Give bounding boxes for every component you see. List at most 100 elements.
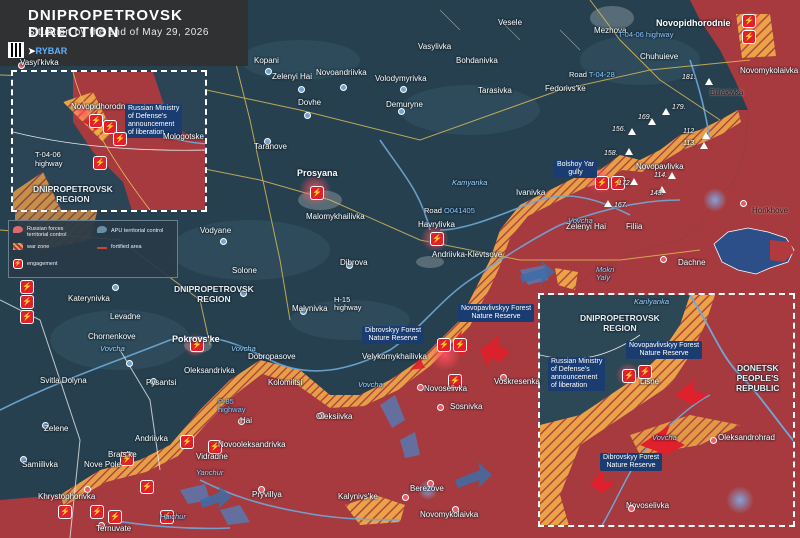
road-o041405-label: O041405 bbox=[444, 206, 475, 215]
height-169: 169. bbox=[638, 114, 652, 121]
inset2-karilyanka-river: Karilyanka bbox=[634, 297, 670, 306]
label-novoselivka: Novoselivka bbox=[424, 384, 468, 393]
label-sosnivka: Sosnivka bbox=[450, 402, 483, 411]
inset2-vovcha-river: Vovcha bbox=[652, 433, 677, 442]
legend-fortified: fortified area bbox=[111, 244, 142, 250]
label-kalynivske: Kalynivs'ke bbox=[338, 492, 378, 501]
settlement-marker bbox=[340, 84, 347, 91]
qr-code-icon[interactable] bbox=[8, 42, 24, 58]
legend-apu: APU territorial control bbox=[111, 228, 164, 234]
height-181: 181. bbox=[682, 74, 696, 81]
label-dovhe: Dovhe bbox=[298, 98, 322, 107]
height-113: 113. bbox=[683, 140, 697, 147]
region-dnipropetrovsk-main: DNIPROPETROVSK REGION bbox=[174, 284, 254, 304]
label-demuryne: Demuryne bbox=[386, 100, 423, 109]
engagement-icon: ⚡ bbox=[638, 365, 652, 379]
inset2-oleksandrohrad: Oleksandrohrad bbox=[718, 433, 775, 442]
apu-swatch bbox=[97, 226, 107, 233]
road-p85: P-85 highway bbox=[218, 397, 246, 414]
label-dachne: Dachne bbox=[678, 258, 706, 267]
river-yanchur: Yanchur bbox=[196, 468, 224, 477]
inset-map-novoselivka[interactable]: Karilyanka DNIPROPETROVSK REGION Novopav… bbox=[538, 293, 795, 527]
height-marker-icon bbox=[662, 108, 670, 115]
engagement-icon: ⚡ bbox=[20, 310, 34, 324]
engagement-icon: ⚡ bbox=[430, 232, 444, 246]
river-kamianka: Kamyanka bbox=[452, 178, 488, 187]
label-voskresenka: Voskresenka bbox=[494, 377, 540, 386]
settlement-marker bbox=[400, 86, 407, 93]
label-kolomiitsi: Kolomiitsi bbox=[268, 378, 303, 387]
settlement-marker bbox=[298, 86, 305, 93]
engagement-icon: ⚡ bbox=[58, 505, 72, 519]
label-ternuvate: Ternuvate bbox=[96, 524, 132, 533]
label-vodyane: Vodyane bbox=[200, 226, 232, 235]
label-malomykhailivka: Malomykhailivka bbox=[306, 212, 365, 221]
label-novooleksandrivka: Novooleksandrivka bbox=[218, 440, 286, 449]
inset1-road: T-04-06 highway bbox=[35, 150, 63, 168]
label-pokrovske: Pokrovs'ke bbox=[172, 334, 220, 344]
label-nove-pole: Nove Pole bbox=[84, 460, 121, 469]
label-volodymyrivka: Volodymyrivka bbox=[375, 74, 427, 83]
engagement-icon: ⚡ bbox=[140, 480, 154, 494]
label-chornenkove: Chornenkove bbox=[88, 332, 136, 341]
settlement-marker bbox=[417, 384, 424, 391]
label-oleksiivka: Oleksiivka bbox=[316, 412, 353, 421]
road-t0428-label: T-04-28 bbox=[588, 70, 615, 79]
height-marker-icon bbox=[604, 200, 612, 207]
label-novomykolaivka-bot: Novomykolaivka bbox=[420, 510, 479, 519]
road-t0406-label: T-04-06 highway bbox=[618, 30, 674, 39]
label-dobropasove: Dobropasove bbox=[248, 352, 296, 361]
height-179: 179. bbox=[672, 104, 686, 111]
map-legend: Russian forces territorial control APU t… bbox=[8, 220, 178, 278]
river-haichur: Haichur bbox=[160, 512, 186, 521]
river-mokri-yaly: Mokri Yaly bbox=[596, 265, 615, 282]
label-khrystophorivka: Khrystophorivka bbox=[38, 492, 96, 501]
engagement-icon: ⚡ bbox=[108, 510, 122, 524]
height-156: 156. bbox=[612, 126, 626, 133]
label-oleksandrivka: Oleksandrivka bbox=[184, 366, 235, 375]
label-novopidhorodnie: Novopidhorodnie bbox=[656, 18, 731, 28]
label-tarasivka: Tarasivka bbox=[478, 86, 512, 95]
inset2-region: DNIPROPETROVSK REGION bbox=[580, 313, 660, 333]
fortified-swatch bbox=[97, 243, 107, 249]
label-havrylivka: Havrylivka bbox=[418, 220, 455, 229]
label-novopavlivka: Novopavlivka bbox=[636, 162, 684, 171]
height-172: 172. bbox=[618, 180, 632, 187]
label-andriivka-klevtsove: Andriivka-Klevtsove bbox=[432, 250, 503, 259]
label-andriivka: Andriivka bbox=[135, 434, 168, 443]
inset-map-novopidhorodne[interactable]: Novopidhorodne Russian Ministry of Defen… bbox=[11, 70, 207, 212]
label-bohdanivka: Bohdanivka bbox=[456, 56, 498, 65]
label-kopani: Kopani bbox=[254, 56, 279, 65]
tag-bolshoy-yar-gully: Bolshoy Yar gully bbox=[554, 160, 598, 178]
label-hai: Hai bbox=[240, 416, 253, 425]
road-t0428: Road T-04-28 bbox=[569, 70, 615, 79]
settlement-marker bbox=[740, 200, 747, 207]
brand-logo[interactable]: ➤RYBAR bbox=[28, 46, 67, 57]
label-taranove: Taranove bbox=[254, 142, 287, 151]
settlement-marker bbox=[304, 112, 311, 119]
label-solone: Solone bbox=[232, 266, 257, 275]
map-canvas[interactable]: DNIPROPETROVSK DIRECTION Situation by th… bbox=[0, 0, 800, 538]
label-zelene: Zelene bbox=[44, 424, 69, 433]
tag-dibrovskyy-reserve: Dibrovskyy Forest Nature Reserve bbox=[362, 326, 425, 344]
settlement-marker bbox=[265, 68, 272, 75]
label-novoandriivka: Novoandriivka bbox=[316, 68, 367, 77]
height-167: 167. bbox=[614, 202, 628, 209]
settlement-marker bbox=[628, 505, 635, 512]
engagement-icon: ⚡ bbox=[180, 435, 194, 449]
engagement-icon: ⚡ bbox=[742, 30, 756, 44]
label-levadne: Levadne bbox=[110, 312, 141, 321]
river-vovcha-1: Vovcha bbox=[100, 344, 125, 353]
engagement-icon: ⚡ bbox=[20, 280, 34, 294]
engagement-icon: ⚡ bbox=[20, 295, 34, 309]
settlement-marker bbox=[437, 404, 444, 411]
river-vovcha-4: Vovcha bbox=[568, 216, 593, 225]
label-horikhove: Horikhove bbox=[752, 206, 789, 215]
height-marker-icon bbox=[668, 172, 676, 179]
engagement-icon: ⚡ bbox=[453, 338, 467, 352]
engagement-icon: ⚡ bbox=[742, 14, 756, 28]
height-114: 114. bbox=[654, 172, 668, 179]
label-zelenyi-hai-top: Zelenyi Hai bbox=[272, 72, 313, 81]
label-berezove: Berezove bbox=[410, 484, 444, 493]
inset2-base bbox=[540, 295, 793, 525]
